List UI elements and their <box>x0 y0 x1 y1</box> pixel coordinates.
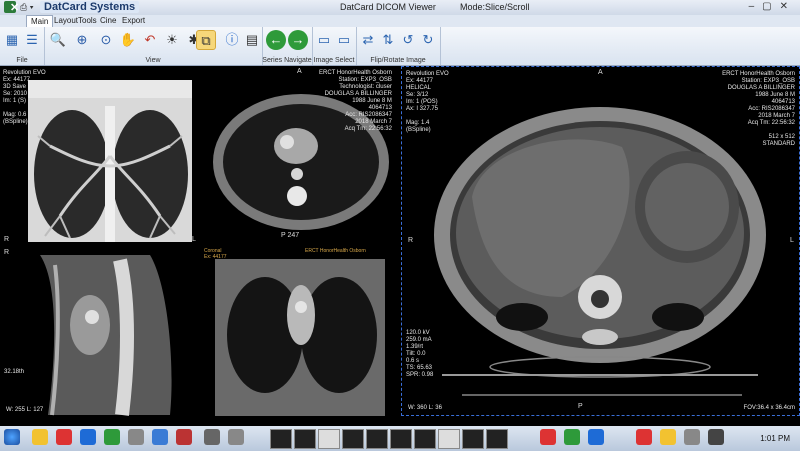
group-label-view: View <box>145 57 161 64</box>
group-file: ▦ ☰ File <box>0 27 45 65</box>
slice-scroll-icon[interactable]: ⧉ <box>196 30 216 50</box>
start-button-icon[interactable] <box>4 429 20 445</box>
overlay-top-left: Revolution EVO Ex: 44177 HELICAL Se: 3/12 Im… <box>406 71 449 133</box>
zoom-icon[interactable]: 🔍 <box>48 30 68 50</box>
orientation-right: R <box>408 237 414 244</box>
flip-vertical-icon[interactable]: ⇅ <box>378 30 398 50</box>
app-icon[interactable] <box>684 429 700 445</box>
coronal-image <box>215 259 385 416</box>
outlook-icon[interactable] <box>80 429 96 445</box>
viewport-axial-chest[interactable]: ERCT HonorHealth Osborn Station: EXP3_OSB… <box>201 66 400 245</box>
reset-rotate-icon[interactable]: ↶ <box>140 30 160 50</box>
overlay-bottom-left: 120.0 kV 259.0 mA 1.39/rt Tilt: 0.0 0.6 s TS:… <box>406 330 434 378</box>
next-series-icon[interactable]: → <box>288 30 308 50</box>
rotate-right-icon[interactable]: ↻ <box>418 30 438 50</box>
series-thumbnail[interactable] <box>390 429 412 449</box>
app-icon[interactable] <box>564 429 580 445</box>
group-image-select: ▭ ▭ Image Select <box>312 27 357 65</box>
file-explorer-icon[interactable] <box>32 429 48 445</box>
window-level-readout: W: 255 L: 127 <box>6 407 44 413</box>
group-label-image-select: Image Select <box>313 57 355 64</box>
field-of-view-readout: FOV:36.4 x 36.4cm <box>743 405 795 411</box>
taskbar: 1:01 PM <box>0 426 800 451</box>
orientation-left: L <box>790 237 794 244</box>
ribbon-toolbar: ▦ ☰ File 🔍 ⊕ ⊙ ✋ ↶ ☀ ✱ ⧉ ⓘ ▤ View ← → Se… <box>0 27 800 66</box>
mode-indicator: Mode:Slice/Scroll <box>460 2 530 12</box>
viewport-3d-lungs[interactable]: Revolution EVO Ex: 44177 3D Save Image - A… <box>0 66 201 245</box>
sagittal-image <box>40 255 172 416</box>
series-thumbnail[interactable] <box>342 429 364 449</box>
browser-icon[interactable] <box>636 429 652 445</box>
magnify-region-icon[interactable]: ⊙ <box>96 30 116 50</box>
series-thumbnail[interactable] <box>462 429 484 449</box>
overlay-top-left: Revolution EVO Ex: 44177 3D Save Image - A… <box>3 70 91 125</box>
orientation-anterior: A <box>598 69 603 76</box>
window-controls[interactable]: –▢✕ <box>749 1 796 12</box>
orientation-anterior: A <box>297 68 302 75</box>
brand-name: DatCard Systems <box>40 1 140 13</box>
annotations-icon[interactable]: ▤ <box>242 30 262 50</box>
series-thumbnail[interactable] <box>270 429 292 449</box>
group-view: 🔍 ⊕ ⊙ ✋ ↶ ☀ ✱ ⧉ ⓘ ▤ View <box>44 27 263 65</box>
title-bar: ✕ ⎙ ▾ DatCard Systems DatCard DICOM View… <box>0 0 800 16</box>
overlay-bottom-left: 32.18th <box>4 369 25 375</box>
orientation-right: R <box>4 236 10 243</box>
previous-series-icon[interactable]: ← <box>266 30 286 50</box>
info-icon[interactable]: ⓘ <box>222 30 242 50</box>
group-label-series: Series Navigate <box>262 57 312 64</box>
grid-layout-icon[interactable]: ▦ <box>2 30 22 50</box>
brightness-icon[interactable]: ☀ <box>162 30 182 50</box>
group-flip-rotate: ⇄ ⇅ ↺ ↻ Flip/Rotate Image <box>356 27 441 65</box>
series-thumbnail[interactable] <box>366 429 388 449</box>
overlay-top-right: ERCT HonorHealth Osborn Station: EXP3_OSB… <box>722 71 795 147</box>
viewport-sagittal[interactable]: R 32.18th W: 255 L: 127 <box>0 245 201 416</box>
browser-icon[interactable] <box>56 429 72 445</box>
series-thumbnail[interactable] <box>438 429 460 449</box>
taskbar-clock[interactable]: 1:01 PM <box>760 434 790 443</box>
overlay-top-left: Coronal Ex: 44177 <box>204 248 227 260</box>
overlay-top-right: ERCT HonorHealth Osborn <box>305 248 366 254</box>
flip-horizontal-icon[interactable]: ⇄ <box>358 30 378 50</box>
app-icon[interactable] <box>176 429 192 445</box>
orientation-posterior: P 247 <box>281 232 300 239</box>
tab-export[interactable]: Export <box>118 15 149 27</box>
excel-icon[interactable] <box>104 429 120 445</box>
group-label-file: File <box>16 57 28 64</box>
series-thumbnail[interactable] <box>486 429 508 449</box>
viewport-coronal[interactable]: Coronal Ex: 44177 ERCT HonorHealth Osborn <box>201 245 400 416</box>
ribbon-tabs: Main Layout Tools Cine Export <box>0 15 800 28</box>
pan-hand-icon[interactable]: ✋ <box>118 30 138 50</box>
group-label-flip: Flip/Rotate Image <box>370 57 426 64</box>
app-icon[interactable] <box>228 429 244 445</box>
series-list-icon[interactable]: ☰ <box>22 30 42 50</box>
magnify-icon[interactable]: ⊕ <box>72 30 92 50</box>
window-title: DatCard DICOM Viewer <box>340 2 436 12</box>
orientation-left: L <box>192 236 196 243</box>
overlay-top-right: ERCT HonorHealth Osborn Station: EXP3_OSB… <box>319 70 392 132</box>
word-icon[interactable] <box>152 429 168 445</box>
orientation-posterior: P <box>578 403 583 410</box>
app-logo: ✕ <box>4 1 19 14</box>
tray-icons[interactable] <box>708 429 724 445</box>
series-thumbnail[interactable] <box>318 429 340 449</box>
series-thumbnail[interactable] <box>414 429 436 449</box>
next-image-icon[interactable]: ▭ <box>334 30 354 50</box>
app-icon[interactable] <box>660 429 676 445</box>
group-series-navigate: ← → Series Navigate <box>262 27 313 65</box>
tab-cine[interactable]: Cine <box>96 15 120 27</box>
app-icon[interactable] <box>588 429 604 445</box>
window-level-readout: W: 360 L: 36 <box>408 405 442 411</box>
quick-access-toolbar[interactable]: ⎙ ▾ <box>20 2 33 13</box>
app-icon[interactable] <box>540 429 556 445</box>
app-icon[interactable] <box>204 429 220 445</box>
series-thumbnail[interactable] <box>294 429 316 449</box>
rotate-left-icon[interactable]: ↺ <box>398 30 418 50</box>
previous-image-icon[interactable]: ▭ <box>314 30 334 50</box>
app-icon[interactable] <box>128 429 144 445</box>
orientation-right: R <box>4 249 10 256</box>
viewport-axial-abdomen[interactable]: Revolution EVO Ex: 44177 HELICAL Se: 3/12 Im… <box>401 66 800 416</box>
